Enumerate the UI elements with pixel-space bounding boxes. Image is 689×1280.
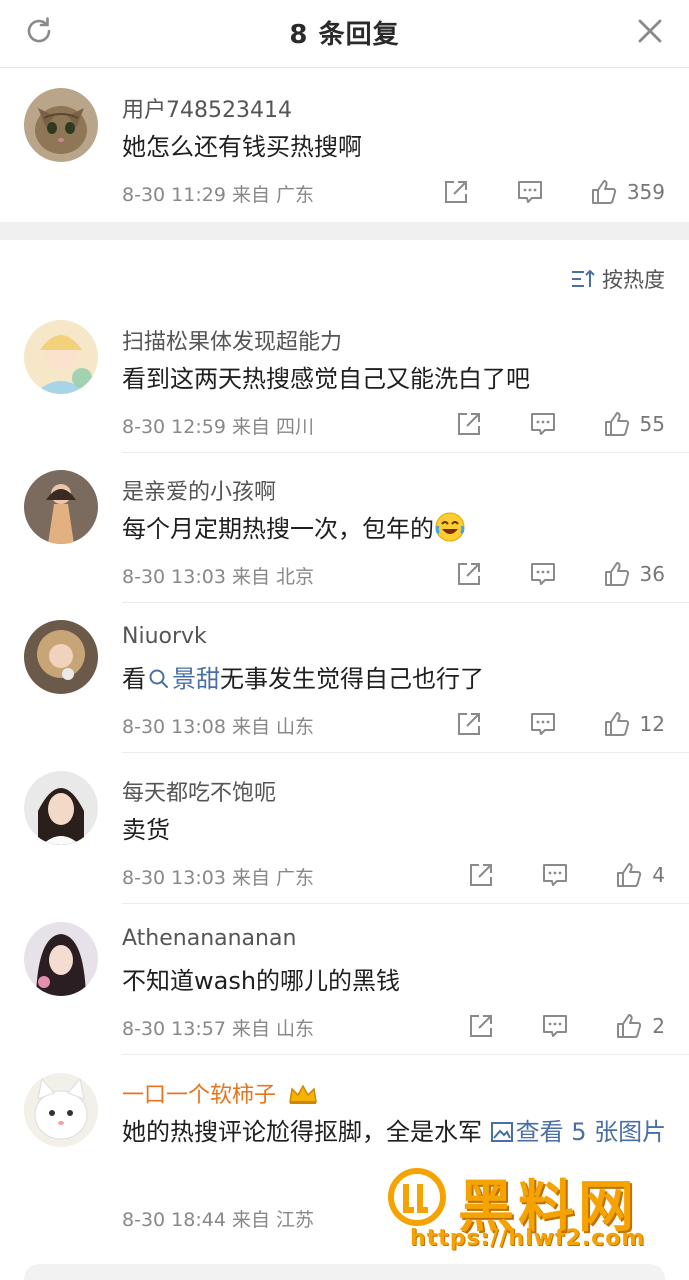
reply-item: 每天都吃不饱呃 卖货 8-30 13:03 来自 广东 4	[0, 771, 689, 905]
comment-icon[interactable]	[528, 709, 558, 739]
like-count: 2	[652, 1014, 665, 1038]
sort-icon	[572, 269, 595, 287]
comment-text: 不知道wash的哪儿的黑钱	[122, 967, 401, 995]
like-icon[interactable]	[602, 709, 632, 739]
like-icon[interactable]	[602, 409, 632, 439]
comment-actions: 359	[441, 175, 665, 209]
comment-text-after: 无事发生觉得自己也行了	[220, 665, 484, 693]
like-count: 4	[652, 863, 665, 887]
divider	[122, 452, 689, 453]
comment-text: 看到这两天热搜感觉自己又能洗白了吧	[122, 365, 530, 393]
username[interactable]: 扫描松果体发现超能力	[122, 324, 342, 356]
avatar[interactable]	[24, 771, 98, 845]
reply-item: 扫描松果体发现超能力 看到这两天热搜感觉自己又能洗白了吧 8-30 12:59 …	[0, 320, 689, 454]
reply-input-bar[interactable]	[24, 1264, 665, 1280]
search-icon	[149, 669, 168, 688]
username[interactable]: 用户748523414	[122, 92, 292, 124]
section-divider	[0, 222, 689, 240]
comment-actions: 12	[454, 707, 665, 741]
sort-label: 按热度	[602, 268, 665, 292]
avatar[interactable]	[24, 1073, 98, 1147]
comment-text: 卖货	[122, 816, 170, 844]
comment-meta: 8-30 13:08 来自 山东	[122, 716, 314, 738]
page-title: 8 条回复	[289, 20, 400, 50]
divider	[122, 752, 689, 753]
like-icon[interactable]	[602, 559, 632, 589]
comment-meta: 8-30 12:59 来自 四川	[122, 416, 314, 438]
username[interactable]: 每天都吃不饱呃	[122, 775, 276, 807]
comment-icon[interactable]	[515, 177, 545, 207]
username[interactable]: 一口一个软柿子	[122, 1077, 319, 1109]
laughing-emoji-icon	[435, 512, 465, 542]
comment-text: 她怎么还有钱买热搜啊	[122, 133, 362, 161]
username[interactable]: 是亲爱的小孩啊	[122, 474, 276, 506]
crown-badge-icon	[289, 1084, 317, 1104]
username-text: 一口一个软柿子	[122, 1083, 277, 1108]
topic-link-text: 景甜	[172, 665, 220, 693]
watermark-overlay: 黑料网 https://hlwf2.com	[380, 1160, 680, 1260]
comment-icon[interactable]	[540, 1011, 570, 1041]
like-icon[interactable]	[614, 1011, 644, 1041]
comment-text-body: 她的热搜评论尬得抠脚，全是水军	[122, 1118, 482, 1146]
topic-link[interactable]: 景甜	[146, 665, 220, 693]
avatar[interactable]	[24, 88, 98, 162]
avatar[interactable]	[24, 620, 98, 694]
share-icon[interactable]	[441, 177, 471, 207]
sort-button[interactable]: 按热度	[570, 264, 665, 294]
comment-actions: 4	[466, 858, 665, 892]
avatar[interactable]	[24, 320, 98, 394]
view-images-text: 查看 5 张图片	[515, 1118, 667, 1146]
share-icon[interactable]	[454, 709, 484, 739]
like-count: 36	[639, 562, 665, 586]
avatar[interactable]	[24, 922, 98, 996]
reply-item: Athenanananan 不知道wash的哪儿的黑钱 8-30 13:57 来…	[0, 922, 689, 1056]
comment-meta: 8-30 11:29 来自 广东	[122, 184, 314, 206]
username[interactable]: Athenanananan	[122, 926, 296, 951]
share-icon[interactable]	[466, 860, 496, 890]
comment-icon[interactable]	[528, 559, 558, 589]
reply-item: Niuorvk 看景甜无事发生觉得自己也行了 8-30 13:08 来自 山东 …	[0, 620, 689, 754]
avatar[interactable]	[24, 470, 98, 544]
view-images-link[interactable]: 查看 5 张图片	[490, 1118, 667, 1146]
comment-text-body: 每个月定期热搜一次，包年的	[122, 515, 434, 543]
divider	[122, 1054, 689, 1055]
comment-text: 看景甜无事发生觉得自己也行了	[122, 660, 667, 698]
watermark-logo-icon	[388, 1168, 446, 1226]
divider	[122, 602, 689, 603]
comment-meta: 8-30 18:44 来自 江苏	[122, 1209, 314, 1231]
username[interactable]: Niuorvk	[122, 624, 207, 649]
comment-text-before: 看	[122, 665, 146, 693]
reply-item: 是亲爱的小孩啊 每个月定期热搜一次，包年的 8-30 13:03 来自 北京 3…	[0, 470, 689, 604]
share-icon[interactable]	[454, 409, 484, 439]
comment-meta: 8-30 13:57 来自 山东	[122, 1018, 314, 1040]
share-icon[interactable]	[454, 559, 484, 589]
comment-actions: 55	[454, 407, 665, 441]
header-bar: 8 条回复	[0, 0, 689, 68]
like-icon[interactable]	[589, 177, 619, 207]
main-comment: 用户748523414 她怎么还有钱买热搜啊 8-30 11:29 来自 广东 …	[0, 68, 689, 222]
like-count: 359	[626, 180, 665, 204]
comment-icon[interactable]	[540, 860, 570, 890]
like-icon[interactable]	[614, 860, 644, 890]
comment-meta: 8-30 13:03 来自 北京	[122, 566, 314, 588]
comment-text: 她的热搜评论尬得抠脚，全是水军 查看 5 张图片	[122, 1113, 667, 1151]
divider	[122, 903, 689, 904]
comment-text: 每个月定期热搜一次，包年的	[122, 510, 667, 548]
comment-actions: 36	[454, 557, 665, 591]
share-icon[interactable]	[466, 1011, 496, 1041]
image-icon	[490, 1122, 513, 1142]
close-icon[interactable]	[633, 14, 667, 48]
comment-actions: 2	[466, 1009, 665, 1043]
like-count: 55	[639, 412, 665, 436]
watermark-url: https://hlwf2.com	[410, 1226, 646, 1251]
comment-icon[interactable]	[528, 409, 558, 439]
like-count: 12	[639, 712, 665, 736]
comment-meta: 8-30 13:03 来自 广东	[122, 867, 314, 889]
